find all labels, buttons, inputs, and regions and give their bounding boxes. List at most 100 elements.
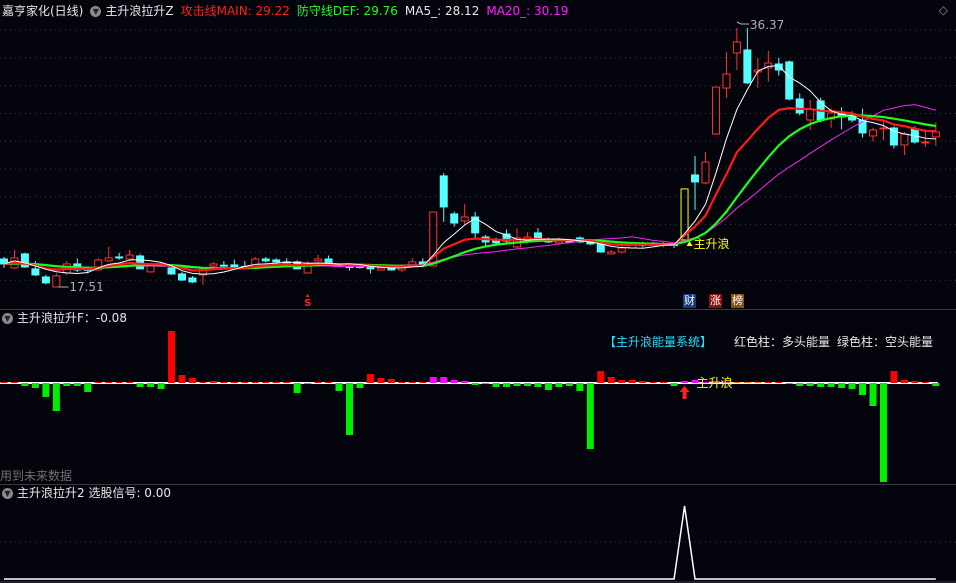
- energy-bar-positive: [0, 382, 8, 383]
- low-price-label: 17.51: [69, 280, 103, 294]
- energy-bar-positive: [775, 382, 783, 383]
- energy-bar-negative: [806, 383, 814, 386]
- energy-bar-positive: [325, 382, 333, 383]
- energy-bar-positive: [283, 382, 291, 383]
- candle-down: [691, 174, 700, 183]
- energy-bar-negative: [503, 383, 511, 387]
- energy-bar-positive: [126, 382, 134, 383]
- energy-bar-positive: [450, 380, 458, 383]
- energy-bar-negative: [293, 383, 301, 393]
- candle-down: [743, 49, 752, 84]
- candle-down: [177, 273, 186, 281]
- legend-green-bars: 绿色柱：空头能量: [837, 335, 934, 349]
- energy-bar-positive: [230, 382, 238, 383]
- s-mark-arrow-icon: [305, 294, 310, 297]
- energy-bar-negative: [524, 383, 531, 386]
- candle-down: [785, 61, 794, 100]
- energy-bar-negative: [482, 383, 490, 384]
- energy-bar-positive: [639, 381, 647, 383]
- energy-bar-negative: [147, 383, 155, 387]
- def-line-value: 防守线DEF: 29.76: [296, 4, 398, 18]
- candle-up: [921, 141, 930, 144]
- finance-badge[interactable]: 财: [683, 294, 696, 308]
- energy-bar-negative: [471, 383, 479, 385]
- energy-bar-positive: [199, 382, 207, 383]
- energy-bar-negative: [555, 383, 563, 387]
- ranking-badge[interactable]: 榜: [731, 294, 744, 308]
- energy-panel-title[interactable]: 主升浪拉升F：-0.08: [17, 311, 127, 325]
- candle-up: [460, 216, 469, 222]
- energy-bar-positive: [681, 381, 689, 383]
- energy-bar-positive: [241, 382, 249, 383]
- energy-bar-positive: [366, 374, 374, 383]
- energy-bar-negative: [565, 383, 573, 386]
- energy-bar-positive: [178, 375, 186, 383]
- candle-down: [439, 175, 448, 208]
- candle-up: [869, 129, 878, 137]
- signal-panel-title[interactable]: 主升浪拉升2 选股信号: 0.00: [17, 486, 171, 500]
- candle-down: [596, 243, 605, 253]
- energy-bar-positive: [649, 382, 657, 383]
- candle-up: [607, 251, 616, 255]
- energy-bar-positive: [251, 382, 259, 383]
- energy-bar-negative: [534, 383, 542, 387]
- energy-bar-negative: [796, 383, 804, 386]
- grid-lines: [0, 29, 956, 543]
- energy-bar-positive: [10, 382, 18, 383]
- candle-up: [314, 258, 323, 262]
- energy-bar-negative: [932, 383, 940, 386]
- energy-bar-negative: [335, 383, 343, 391]
- energy-bar-negative: [21, 383, 29, 386]
- signal-panel-header: ▼ 主升浪拉升2 选股信号: 0.00: [2, 486, 178, 500]
- collapse-chevron-icon[interactable]: ▼: [2, 312, 13, 324]
- candle-down: [889, 127, 898, 146]
- candle-down: [272, 259, 281, 263]
- rise-badge[interactable]: 涨: [709, 294, 722, 308]
- candle-up: [52, 275, 61, 288]
- signal-polyline: [4, 505, 936, 580]
- energy-bar-positive: [94, 382, 102, 383]
- energy-bar-negative: [492, 383, 500, 387]
- energy-panel-header: ▼ 主升浪拉升F：-0.08: [2, 311, 134, 325]
- candle-down: [533, 232, 542, 239]
- energy-bar-negative: [84, 383, 92, 392]
- energy-bar-positive: [209, 381, 217, 383]
- candle-up: [376, 267, 385, 271]
- s-mark: S: [304, 298, 311, 309]
- ma5-value: MA5_: 28.12: [404, 4, 480, 18]
- energy-bar-positive: [597, 371, 605, 383]
- candle-down: [219, 264, 228, 267]
- energy-bar-negative: [31, 383, 39, 388]
- energy-bar-positive: [429, 377, 437, 383]
- candle-down: [136, 255, 145, 270]
- energy-bars: [0, 331, 940, 482]
- signal-line: [4, 505, 936, 580]
- candle-up: [732, 41, 741, 54]
- energy-bar-negative: [859, 383, 867, 395]
- energy-bar-positive: [754, 382, 762, 383]
- energy-bar-positive: [900, 380, 908, 383]
- collapse-chevron-icon[interactable]: ▼: [2, 487, 13, 499]
- energy-bar-negative: [586, 383, 594, 449]
- candle-down: [450, 213, 459, 224]
- collapse-chevron-icon[interactable]: ▼: [90, 5, 102, 17]
- energy-bar-positive: [105, 382, 113, 383]
- energy-bar-positive: [377, 378, 385, 383]
- indicator-lines: [3, 65, 936, 275]
- main-wave-signal-label: 主升浪: [694, 236, 730, 251]
- candle-down: [366, 266, 375, 270]
- energy-bar-negative: [544, 383, 552, 390]
- ma5-line: [3, 65, 936, 275]
- indicator-name[interactable]: 主升浪拉升Z: [105, 4, 173, 18]
- energy-bar-positive: [607, 377, 615, 383]
- candle-up: [104, 257, 113, 262]
- energy-bar-positive: [188, 378, 196, 383]
- energy-bar-negative: [817, 383, 825, 387]
- candle-down: [261, 258, 270, 262]
- energy-bar-positive: [408, 382, 416, 383]
- candle-up: [617, 247, 626, 253]
- energy-bar-negative: [42, 383, 50, 397]
- high-leader-line: [736, 21, 749, 25]
- settings-diamond-icon[interactable]: ◇: [939, 3, 948, 17]
- energy-bar-positive: [272, 382, 280, 383]
